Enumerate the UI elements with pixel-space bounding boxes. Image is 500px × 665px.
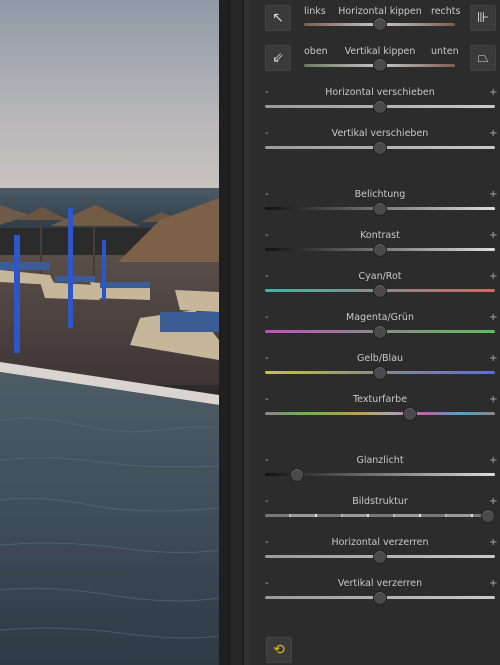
photo-canvas[interactable]: [0, 0, 219, 665]
slider-decrease[interactable]: -: [265, 353, 269, 364]
slider-decrease[interactable]: -: [265, 189, 269, 200]
slider-knob[interactable]: [373, 242, 387, 257]
slider-increase[interactable]: +: [489, 455, 497, 466]
slider-label: Belichtung: [354, 189, 406, 200]
slider-increase[interactable]: +: [489, 353, 497, 364]
slider-label: Kontrast: [360, 230, 400, 241]
slider-knob[interactable]: [373, 283, 387, 298]
slider-track[interactable]: [265, 412, 495, 415]
tilt-top-label: oben: [304, 46, 328, 57]
vertical-tilt-knob[interactable]: [373, 58, 387, 72]
vertical-tilt-bottom-icon[interactable]: ⏢: [470, 45, 496, 71]
slider-decrease[interactable]: -: [265, 128, 269, 139]
slider-decrease[interactable]: -: [265, 455, 269, 466]
slider-label: Horizontal verzerren: [331, 537, 429, 548]
slider-increase[interactable]: +: [489, 496, 497, 507]
slider-label: Cyan/Rot: [358, 271, 402, 282]
horizontal-tilt-right-icon[interactable]: ⊪: [470, 5, 496, 31]
panel-border: [243, 0, 251, 665]
tilt-bottom-label: unten: [431, 46, 459, 57]
slider-knob[interactable]: [290, 467, 305, 482]
panel-gutter: [219, 0, 229, 665]
slider-decrease[interactable]: -: [265, 578, 269, 589]
slider-label: Glanzlicht: [356, 455, 404, 466]
slider-knob[interactable]: [373, 590, 387, 605]
reset-icon[interactable]: ⟲: [266, 637, 292, 663]
slider-label: Bildstruktur: [352, 496, 408, 507]
slider-decrease[interactable]: -: [265, 230, 269, 241]
slider-knob[interactable]: [373, 549, 387, 564]
slider-increase[interactable]: +: [489, 271, 497, 282]
slider-decrease[interactable]: -: [265, 87, 269, 98]
slider-increase[interactable]: +: [489, 128, 497, 139]
panel-scroll-gutter: [229, 0, 244, 665]
slider-increase[interactable]: +: [489, 537, 497, 548]
slider-increase[interactable]: +: [489, 189, 497, 200]
slider-increase[interactable]: +: [489, 394, 497, 405]
slider-label: Vertikal verschieben: [331, 128, 429, 139]
horizontal-tilt-left-icon[interactable]: ↖: [265, 5, 291, 31]
slider-increase[interactable]: +: [489, 87, 497, 98]
slider-increase[interactable]: +: [489, 230, 497, 241]
slider-knob[interactable]: [373, 324, 387, 339]
slider-knob[interactable]: [373, 365, 387, 380]
slider-decrease[interactable]: -: [265, 394, 269, 405]
slider-knob[interactable]: [373, 99, 387, 114]
slider-knob[interactable]: [481, 508, 496, 523]
slider-label: Magenta/Grün: [346, 312, 414, 323]
vertical-tilt-title: Vertikal kippen: [344, 46, 416, 57]
slider-decrease[interactable]: -: [265, 496, 269, 507]
tilt-left-label: links: [304, 6, 326, 17]
horizontal-tilt-title: Horizontal kippen: [338, 6, 422, 17]
slider-label: Vertikal verzerren: [337, 578, 423, 589]
slider-increase[interactable]: +: [489, 578, 497, 589]
slider-knob[interactable]: [373, 201, 387, 216]
slider-decrease[interactable]: -: [265, 312, 269, 323]
slider-label: Gelb/Blau: [356, 353, 404, 364]
vertical-tilt-top-icon[interactable]: ⇙: [265, 45, 291, 71]
slider-label: Texturfarbe: [352, 394, 408, 405]
slider-decrease[interactable]: -: [265, 271, 269, 282]
slider-knob[interactable]: [373, 140, 387, 155]
slider-increase[interactable]: +: [489, 312, 497, 323]
slider-knob[interactable]: [402, 406, 417, 421]
tilt-right-label: rechts: [431, 6, 461, 17]
horizontal-tilt-knob[interactable]: [373, 17, 387, 31]
slider-track[interactable]: [265, 514, 495, 517]
slider-decrease[interactable]: -: [265, 537, 269, 548]
slider-label: Horizontal verschieben: [325, 87, 435, 98]
